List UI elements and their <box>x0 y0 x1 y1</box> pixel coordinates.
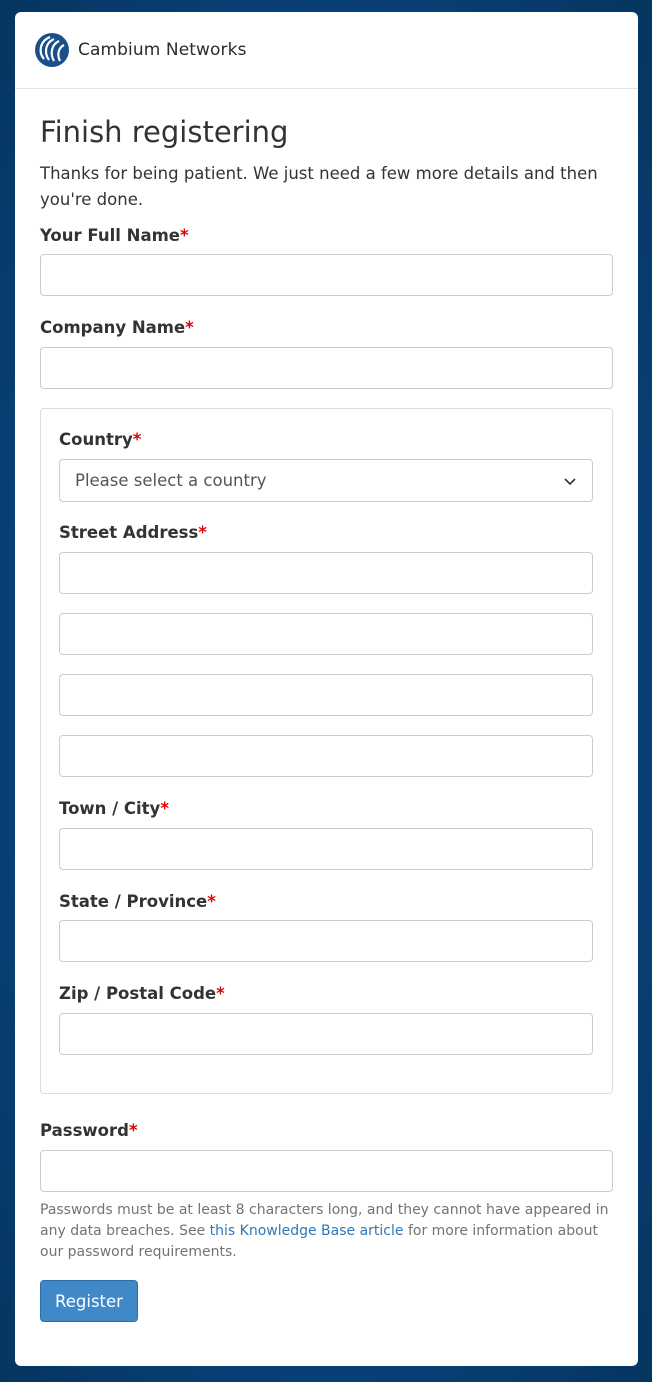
street-address-line-1[interactable] <box>59 552 593 594</box>
required-marker: * <box>132 430 142 449</box>
state-province-label-text: State / Province <box>59 892 208 911</box>
required-marker: * <box>179 226 189 245</box>
full-name-label-text: Your Full Name <box>40 226 180 245</box>
full-name-label: Your Full Name* <box>40 226 189 245</box>
required-marker: * <box>160 799 169 818</box>
required-marker: * <box>216 984 225 1003</box>
required-marker: * <box>128 1121 138 1140</box>
brand-name: Cambium Networks <box>78 40 247 60</box>
country-label: Country* <box>59 430 141 449</box>
street-address-line-3[interactable] <box>59 674 593 716</box>
state-province-input[interactable] <box>59 920 593 962</box>
password-input[interactable] <box>40 1150 613 1192</box>
password-label-text: Password <box>40 1121 129 1140</box>
town-city-label-text: Town / City <box>59 799 161 818</box>
password-help-text: Passwords must be at least 8 characters … <box>40 1200 615 1263</box>
company-name-label-text: Company Name <box>40 318 186 337</box>
cambium-logo-icon <box>35 33 69 67</box>
street-address-line-2[interactable] <box>59 613 593 655</box>
zip-postal-label: Zip / Postal Code* <box>59 984 225 1003</box>
town-city-input[interactable] <box>59 828 593 870</box>
country-select-value: Please select a country <box>75 471 267 490</box>
register-button[interactable]: Register <box>40 1280 138 1322</box>
town-city-label: Town / City* <box>59 799 169 818</box>
company-name-input[interactable] <box>40 347 613 389</box>
knowledge-base-link[interactable]: this Knowledge Base article <box>210 1223 404 1239</box>
intro-text: Thanks for being patient. We just need a… <box>40 164 598 209</box>
zip-postal-input[interactable] <box>59 1013 593 1055</box>
chevron-down-icon <box>564 477 576 485</box>
required-marker: * <box>198 523 207 542</box>
state-province-label: State / Province* <box>59 892 216 911</box>
street-address-line-4[interactable] <box>59 735 593 777</box>
registration-card: Cambium Networks Finish registering Than… <box>15 12 638 1366</box>
street-address-label: Street Address* <box>59 523 207 542</box>
country-label-text: Country <box>59 430 133 449</box>
country-select[interactable]: Please select a country <box>59 459 593 502</box>
card-header: Cambium Networks <box>15 12 638 89</box>
street-address-label-text: Street Address <box>59 523 199 542</box>
zip-postal-label-text: Zip / Postal Code <box>59 984 217 1003</box>
password-label: Password* <box>40 1121 138 1140</box>
required-marker: * <box>207 892 216 911</box>
page-title: Finish registering <box>40 115 289 149</box>
required-marker: * <box>185 318 194 337</box>
company-name-label: Company Name* <box>40 318 194 337</box>
full-name-input[interactable] <box>40 254 613 296</box>
